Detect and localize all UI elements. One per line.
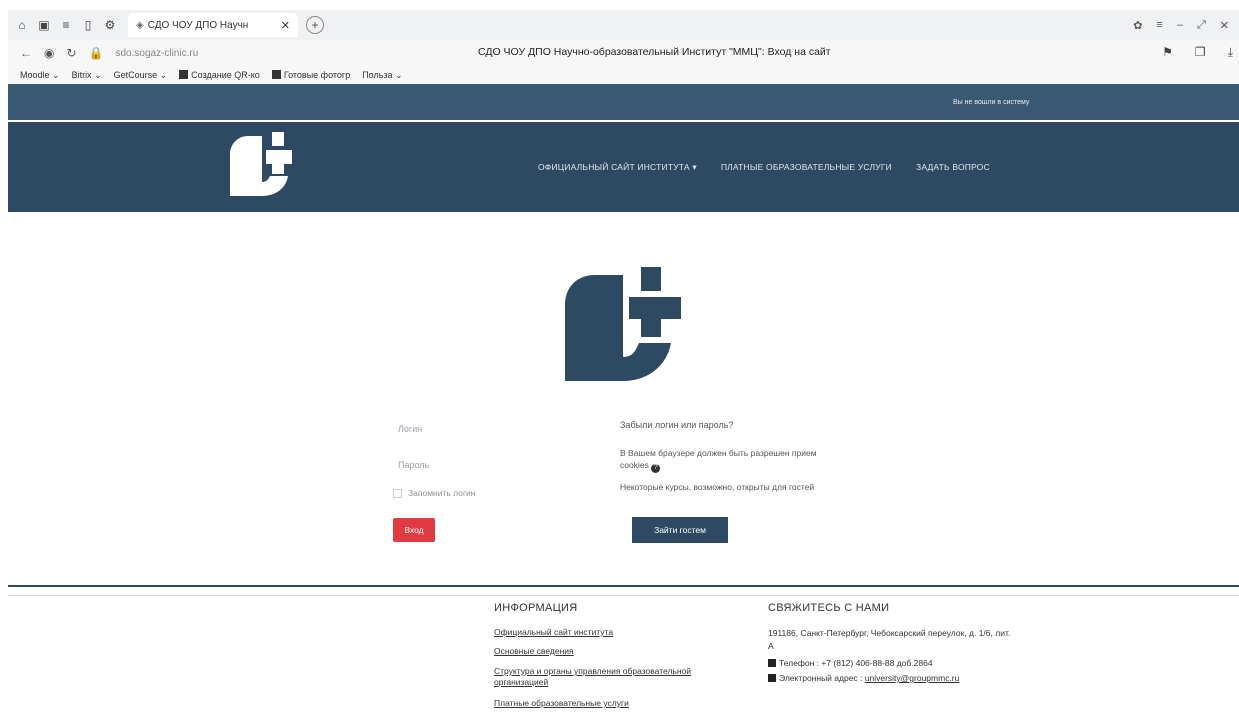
- bookmark-qr[interactable]: Создание QR-ко: [179, 70, 260, 80]
- remember-login[interactable]: Запомнить логин: [393, 488, 476, 498]
- bookmark-icon[interactable]: ⚑: [1162, 45, 1173, 60]
- menu-ask-question[interactable]: Задать вопрос: [916, 162, 990, 173]
- bookmark-qr-label: Создание QR-ко: [191, 70, 260, 80]
- tab-title: СДО ЧОУ ДПО Научн: [147, 19, 249, 31]
- footer-email-label: Электронный адрес :: [779, 673, 865, 683]
- url-field[interactable]: sdo.sogaz-clinic.ru: [116, 48, 199, 59]
- menu-paid-services[interactable]: Платные образовательные услуги: [721, 162, 892, 173]
- bookmark-moodle[interactable]: Moodle ⌄: [20, 70, 60, 81]
- bookmark-getcourse[interactable]: GetCourse ⌄: [114, 70, 168, 81]
- footer-address: 191186, Санкт-Петербург, Чебоксарский пе…: [768, 628, 1011, 651]
- page: ⌂ ▣ ≡ ▯ ⚙ ◈ СДО ЧОУ ДПО Научн ✕ + ✿ ≡ ‒ …: [0, 0, 1239, 713]
- download-icon[interactable]: ⤓: [1228, 45, 1233, 60]
- page-title: СДО ЧОУ ДПО Научно-образовательный Инсти…: [478, 46, 831, 58]
- bookmarks-bar: Moodle ⌄ Bitrix ⌄ GetCourse ⌄ Создание Q…: [8, 66, 1239, 84]
- footer-link-paid-services[interactable]: Платные образовательные услуги: [494, 698, 629, 708]
- login-label: Логин: [398, 424, 423, 434]
- footer-divider: [8, 585, 1239, 587]
- cookies-text: В Вашем браузере должен быть разрешен пр…: [620, 448, 817, 470]
- footer-phone-text: Телефон : +7 (812) 406-88-88 доб.2864: [779, 658, 933, 668]
- guests-notice: Некоторые курсы, возможно, открыты для г…: [620, 482, 815, 492]
- address-bar: ← ◉ ↻ 🔒 sdo.sogaz-clinic.ru СДО ЧОУ ДПО …: [8, 40, 1239, 66]
- settings-icon[interactable]: ⚙: [102, 17, 118, 33]
- minimize-icon[interactable]: ‒: [1177, 19, 1183, 32]
- photo-icon: [271, 70, 281, 79]
- bookmark-bitrix[interactable]: Bitrix ⌄: [72, 70, 102, 81]
- footer-phone: Телефон : +7 (812) 406-88-88 доб.2864: [768, 657, 933, 670]
- window-controls: ✿ ≡ ‒ ⤢ ✕: [1133, 19, 1229, 32]
- footer-contact-title: Свяжитесь с нами: [768, 602, 890, 614]
- footer-link-basic-info[interactable]: Основные сведения: [494, 646, 574, 656]
- remember-checkbox[interactable]: [393, 488, 402, 498]
- cookies-notice: В Вашем браузере должен быть разрешен пр…: [620, 447, 830, 473]
- forgot-password-link[interactable]: Забыли логин или пароль?: [620, 420, 733, 430]
- footer-info-title: Информация: [494, 602, 578, 614]
- tabs-icon[interactable]: ▣: [36, 17, 52, 33]
- restore-icon[interactable]: ⤢: [1197, 19, 1206, 32]
- footer-divider-light: [8, 595, 1239, 596]
- browser-tab[interactable]: ◈ СДО ЧОУ ДПО Научн ✕: [128, 13, 298, 37]
- qr-icon: [179, 70, 189, 79]
- menu-official-site[interactable]: Официальный сайт института ▾: [538, 162, 697, 173]
- menu-icon[interactable]: ≡: [1156, 19, 1162, 32]
- back-icon[interactable]: ←: [20, 46, 32, 60]
- bookmark-photos[interactable]: Готовые фотогр: [271, 70, 351, 80]
- extensions-icon[interactable]: ✿: [1133, 19, 1142, 32]
- favicon-icon: ◈: [136, 19, 144, 31]
- lock-icon: 🔒: [88, 46, 104, 60]
- shield-icon[interactable]: ◉: [44, 46, 54, 60]
- reload-icon[interactable]: ↻: [66, 46, 76, 60]
- guest-login-button[interactable]: Зайти гостем: [632, 517, 728, 543]
- close-window-icon[interactable]: ✕: [1220, 19, 1229, 32]
- site-logo-icon[interactable]: [228, 130, 300, 198]
- bookmark-polza[interactable]: Польза ⌄: [362, 70, 402, 81]
- reader-icon[interactable]: ≡: [58, 17, 74, 33]
- bookmark-photos-label: Готовые фотогр: [283, 70, 351, 80]
- page-icon[interactable]: ▯: [80, 17, 96, 33]
- phone-icon: [768, 659, 776, 667]
- password-label: Пароль: [398, 460, 430, 470]
- login-button[interactable]: Вход: [393, 518, 435, 542]
- close-tab-icon[interactable]: ✕: [281, 19, 290, 32]
- home-icon[interactable]: ⌂: [14, 17, 30, 33]
- new-tab-icon[interactable]: +: [306, 16, 324, 34]
- footer-link-structure[interactable]: Структура и органы управления образовате…: [494, 666, 744, 688]
- remember-label: Запомнить логин: [408, 488, 476, 498]
- footer-email-link[interactable]: university@groupmmc.ru: [865, 673, 960, 683]
- site-top-strip: Вы не вошли в систему: [8, 84, 1239, 120]
- collections-icon[interactable]: ❐: [1195, 45, 1206, 60]
- envelope-icon: [768, 674, 776, 682]
- browser-tab-bar: ⌂ ▣ ≡ ▯ ⚙ ◈ СДО ЧОУ ДПО Научн ✕ + ✿ ≡ ‒ …: [8, 10, 1239, 40]
- main-menu: Официальный сайт института ▾ Платные обр…: [538, 162, 990, 173]
- login-status: Вы не вошли в систему: [953, 99, 1030, 106]
- main-logo-icon: [565, 267, 681, 381]
- footer-email: Электронный адрес : university@groupmmc.…: [768, 672, 959, 685]
- help-icon[interactable]: ?: [651, 463, 661, 473]
- site-navbar: Официальный сайт института ▾ Платные обр…: [8, 122, 1239, 212]
- footer-link-official-site[interactable]: Официальный сайт института: [494, 627, 613, 637]
